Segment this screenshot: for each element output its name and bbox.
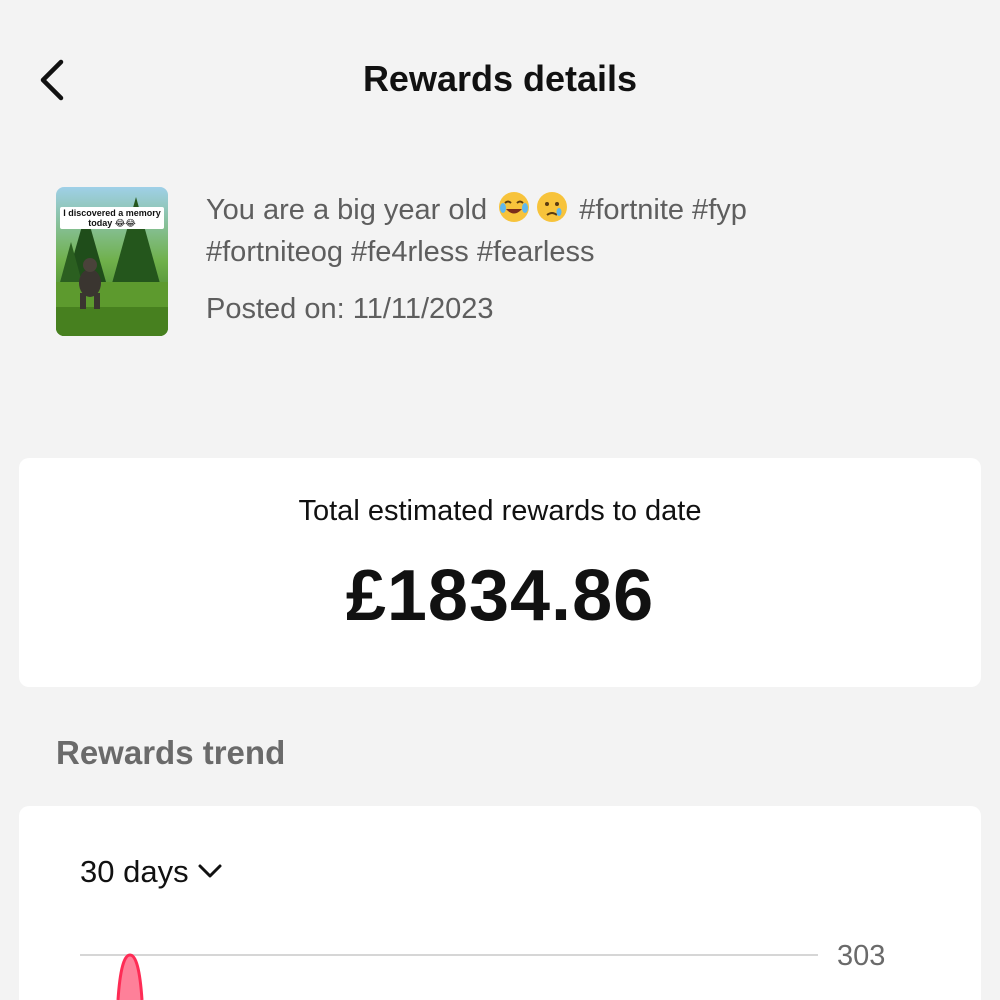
rewards-details-screen: Rewards details I discovered a memory to… — [0, 0, 1000, 1000]
range-dropdown[interactable]: 30 days — [80, 854, 223, 896]
chevron-down-icon — [198, 864, 222, 878]
caption-text: You are a big year old — [206, 194, 488, 226]
header: Rewards details — [0, 0, 1000, 160]
rewards-trend-chart: 303 — [80, 940, 885, 1000]
total-rewards-label: Total estimated rewards to date — [298, 495, 702, 527]
y-tick-label: 303 — [837, 940, 885, 972]
tears-of-joy-emoji — [499, 192, 530, 222]
video-thumbnail[interactable]: I discovered a memory today 😂😂 — [56, 187, 168, 336]
caption-hashtags: #fortnite #fyp — [579, 194, 747, 226]
posted-date: Posted on: 11/11/2023 — [206, 293, 494, 325]
rewards-trend-heading: Rewards trend — [56, 734, 286, 771]
video-caption: You are a big year old #fortnite #fyp #f… — [206, 189, 946, 273]
crying-face-emoji — [537, 192, 568, 222]
total-rewards-value: £1834.86 — [345, 556, 655, 636]
thumbnail-caption: I discovered a memory today 😂😂 — [60, 207, 164, 229]
page-title: Rewards details — [362, 58, 638, 99]
caption-hashtags-line2: #fortniteog #fe4rless #fearless — [206, 236, 595, 268]
range-label: 30 days — [80, 854, 189, 889]
